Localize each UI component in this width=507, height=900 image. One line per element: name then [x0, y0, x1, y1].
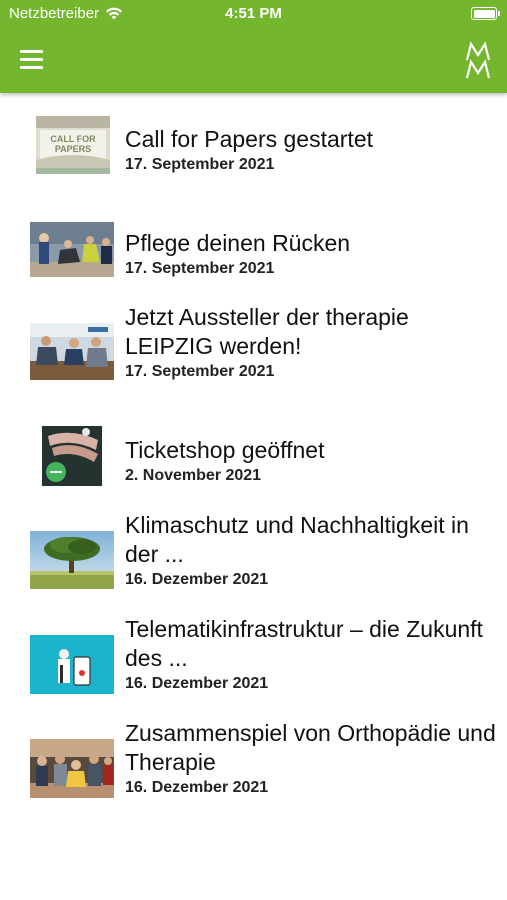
news-thumbnail: CALL FOR PAPERS — [36, 116, 110, 174]
news-title: Telematikinfrastruktur – die Zukunft des… — [125, 616, 483, 671]
news-item[interactable]: Ticketshop geöffnet 2. November 2021 — [0, 418, 507, 493]
news-thumbnail — [30, 222, 114, 277]
battery-icon — [471, 7, 500, 20]
thumbnail-caption: CALL FOR PAPERS — [50, 134, 96, 154]
news-date: 2. November 2021 — [125, 467, 262, 484]
news-item[interactable]: Jetzt Aussteller der therapie LEIPZIG we… — [0, 303, 507, 388]
news-thumbnail — [42, 426, 102, 486]
news-date: 17. September 2021 — [125, 156, 275, 173]
news-thumbnail — [30, 635, 114, 694]
news-title: Pflege deinen Rücken — [125, 230, 351, 256]
news-thumbnail — [30, 323, 114, 380]
news-item[interactable]: Zusammenspiel von Orthopädie und Therapi… — [0, 719, 507, 804]
news-item[interactable]: Telematikinfrastruktur – die Zukunft des… — [0, 615, 507, 700]
status-time: 4:51 PM — [225, 5, 282, 22]
news-title: Zusammenspiel von Orthopädie und Therapi… — [125, 720, 496, 775]
news-date: 16. Dezember 2021 — [125, 779, 269, 796]
news-thumbnail — [30, 739, 114, 798]
news-title: Ticketshop geöffnet — [125, 437, 325, 463]
double-m-logo-icon[interactable] — [465, 40, 491, 82]
news-title: Klimaschutz und Nachhaltigkeit in der ..… — [125, 512, 469, 567]
news-item[interactable]: Klimaschutz und Nachhaltigkeit in der ..… — [0, 511, 507, 596]
news-thumbnail — [30, 531, 114, 589]
news-date: 17. September 2021 — [125, 260, 275, 277]
news-item[interactable]: CALL FOR PAPERS Call for Papers gestarte… — [0, 113, 507, 178]
news-title: Jetzt Aussteller der therapie LEIPZIG we… — [125, 304, 409, 359]
news-date: 16. Dezember 2021 — [125, 571, 269, 588]
hamburger-menu-icon — [20, 49, 43, 53]
news-title: Call for Papers gestartet — [125, 126, 374, 152]
app-header: Netzbetreiber 4:51 PM — [0, 0, 507, 93]
status-bar: Netzbetreiber 4:51 PM — [0, 0, 507, 30]
news-item[interactable]: Pflege deinen Rücken 17. September 2021 — [0, 217, 507, 282]
news-date: 17. September 2021 — [125, 363, 275, 380]
menu-button[interactable] — [20, 46, 50, 72]
news-date: 16. Dezember 2021 — [125, 675, 269, 692]
